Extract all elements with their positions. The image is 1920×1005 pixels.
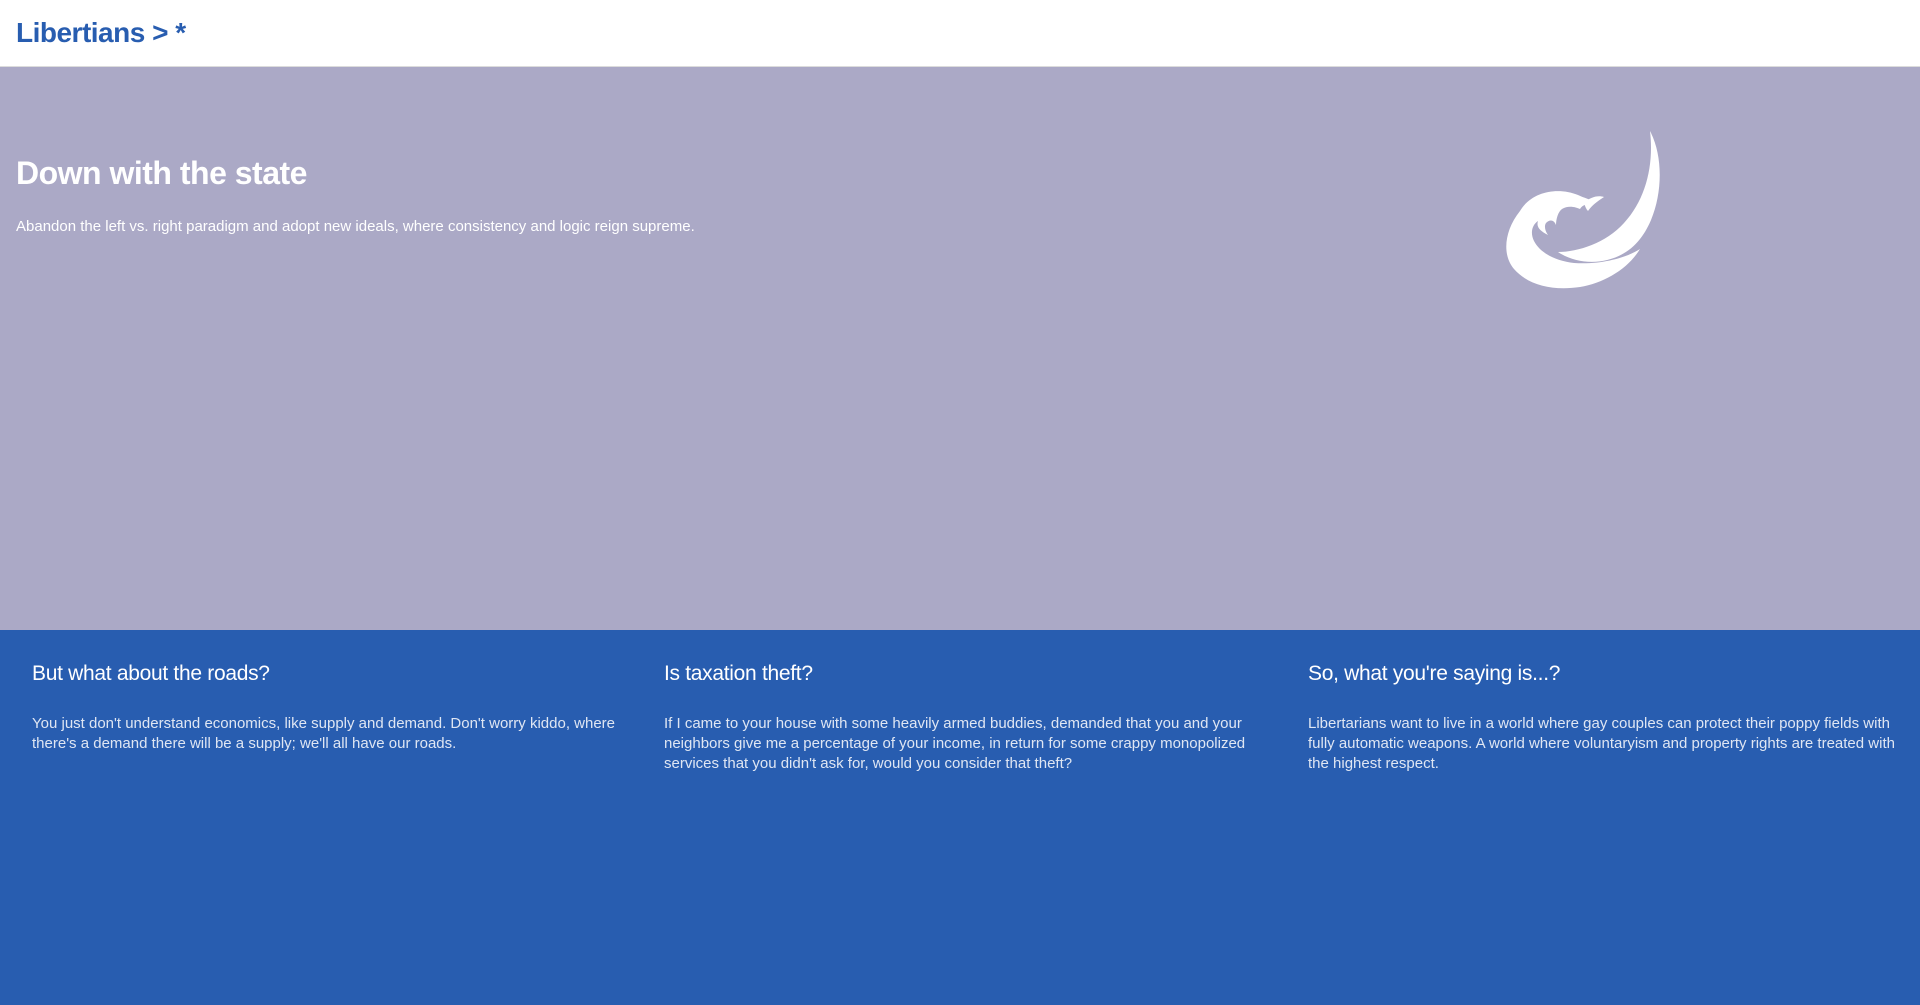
site-title-link[interactable]: Libertians > * — [16, 17, 186, 49]
feature-taxation: Is taxation theft? If I came to your hou… — [664, 662, 1308, 1005]
feature-text: Libertarians want to live in a world whe… — [1308, 715, 1895, 772]
hero-section: Down with the state Abandon the left vs.… — [0, 67, 1920, 630]
features-section: But what about the roads? You just don't… — [0, 630, 1920, 1005]
feature-saying: So, what you're saying is...? Libertaria… — [1308, 662, 1920, 1005]
feature-text: If I came to your house with some heavil… — [664, 715, 1246, 772]
feature-heading: So, what you're saying is...? — [1308, 662, 1561, 685]
feature-heading: But what about the roads? — [32, 662, 270, 685]
site-header: Libertians > * — [0, 0, 1920, 67]
feature-text: You just don't understand economics, lik… — [32, 715, 616, 752]
feature-heading: Is taxation theft? — [664, 662, 813, 685]
eagle-icon — [1506, 131, 1660, 289]
feature-roads: But what about the roads? You just don't… — [32, 662, 664, 1005]
